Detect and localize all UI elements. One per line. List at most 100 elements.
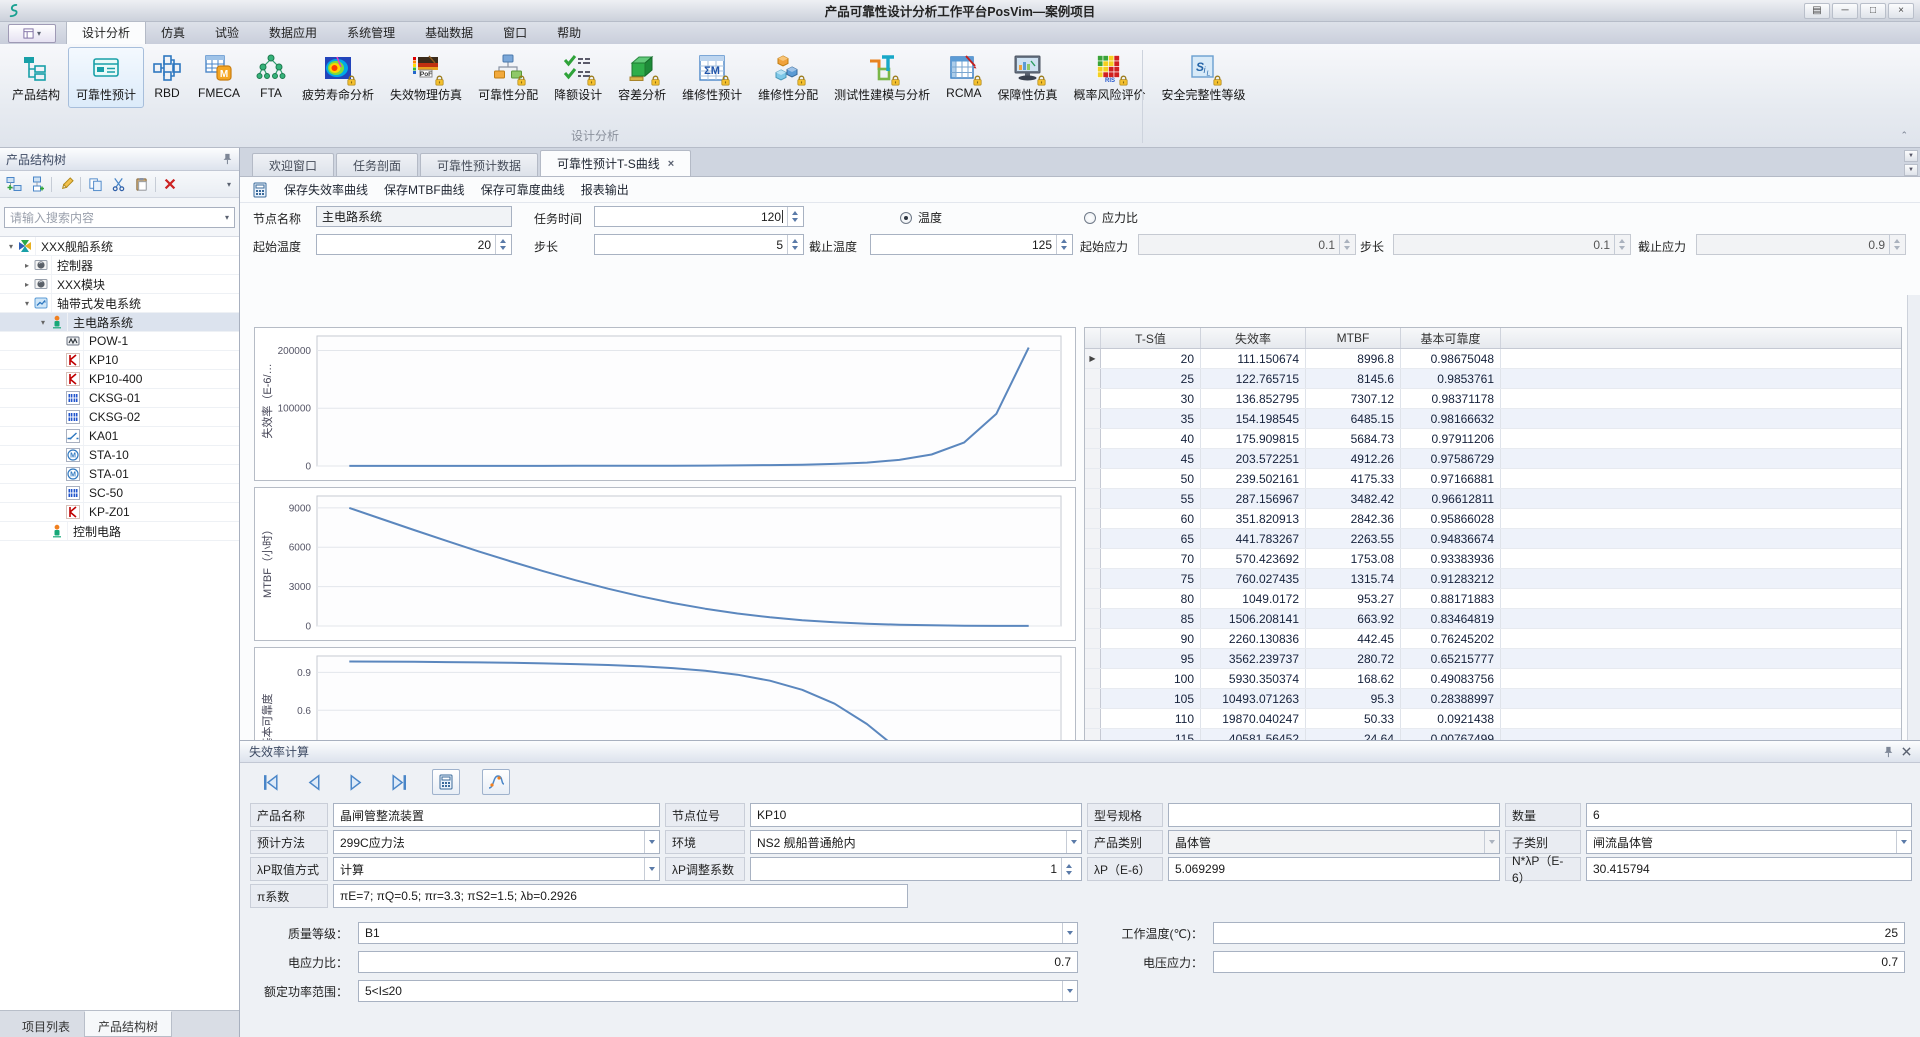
stress-step-field[interactable]: 0.1 [1393, 234, 1631, 255]
table-row[interactable]: ▶20111.1506748996.80.98675048 [1085, 349, 1901, 369]
ribbon-button-fta[interactable]: FTA [248, 47, 294, 105]
menu-item-data-application[interactable]: 数据应用 [254, 20, 332, 44]
calculator-icon[interactable] [252, 182, 268, 198]
end-temp-spinner[interactable] [1056, 235, 1070, 254]
chevron-down-icon[interactable] [1062, 923, 1077, 943]
pin-icon[interactable] [1882, 746, 1894, 758]
tree-item-shaft-generator-system[interactable]: ▾轴带式发电系统 [0, 294, 239, 313]
ribbon-button-rcma[interactable]: RCMA [938, 47, 989, 105]
menu-item-design-analysis[interactable]: 设计分析 [66, 19, 146, 44]
table-row[interactable]: 11540581.5645224.640.00767499 [1085, 729, 1901, 740]
tree-item-control-circuit[interactable]: 控制电路 [0, 522, 239, 541]
calculate-button[interactable] [432, 769, 460, 795]
temp-step-field[interactable]: 5 [594, 234, 804, 255]
chevron-down-icon[interactable] [1066, 831, 1081, 853]
model-spec-field[interactable] [1168, 803, 1500, 827]
quantity-field[interactable]: 6 [1586, 803, 1912, 827]
environment-field[interactable]: NS2 舰船普通舱内 [750, 830, 1082, 854]
sidebar-tab-product-structure-tree[interactable]: 产品结构树 [84, 1011, 172, 1037]
doc-tab-ts-curve[interactable]: 可靠性预计T-S曲线× [540, 150, 691, 176]
chevron-down-icon[interactable] [644, 831, 659, 853]
record-previous-button[interactable] [303, 772, 324, 793]
search-dropdown-icon[interactable]: ▾ [225, 213, 229, 222]
ribbon-button-maintainability-prediction[interactable]: ΣM维修性预计 [674, 47, 750, 108]
table-row[interactable]: 60351.8209132842.360.95866028 [1085, 509, 1901, 529]
save-failure-rate-curve-button[interactable]: 保存失效率曲线 [284, 181, 368, 198]
doc-tab-welcome[interactable]: 欢迎窗口 [252, 153, 334, 176]
record-first-button[interactable] [260, 772, 281, 793]
ribbon-button-risk-assessment[interactable]: RIS概率风险评价 [1066, 47, 1154, 108]
tree-item-sc-50[interactable]: SC-50 [0, 484, 239, 503]
column-header[interactable]: MTBF [1306, 328, 1401, 348]
temp-step-spinner[interactable] [787, 235, 801, 254]
menu-item-simulation[interactable]: 仿真 [146, 20, 200, 44]
mission-time-spinner[interactable] [787, 207, 801, 226]
tree-item-sta-10[interactable]: MSTA-10 [0, 446, 239, 465]
electrical-stress-ratio-field[interactable]: 0.7 [358, 951, 1078, 973]
report-output-button[interactable]: 报表输出 [581, 181, 629, 198]
add-child-node-icon[interactable] [28, 175, 46, 193]
table-row[interactable]: 1005930.350374168.620.49083756 [1085, 669, 1901, 689]
temperature-radio[interactable]: 温度 [900, 209, 942, 226]
tree-item-kp10-400[interactable]: KP10-400 [0, 370, 239, 389]
end-temp-field[interactable]: 125 [870, 234, 1073, 255]
tree-item-kp-z01[interactable]: KP-Z01 [0, 503, 239, 522]
tree-expander-icon[interactable]: ▾ [4, 242, 18, 251]
table-row[interactable]: 70570.4236921753.080.93383936 [1085, 549, 1901, 569]
record-next-button[interactable] [346, 772, 367, 793]
rated-power-range-field[interactable]: 5<I≤20 [358, 980, 1078, 1002]
column-header[interactable]: T-S值 [1101, 328, 1201, 348]
tab-scroll-down-icon[interactable]: ▼ [1904, 164, 1918, 176]
lambda-p-factor-spinner[interactable] [1061, 858, 1075, 880]
toolbar-overflow-icon[interactable]: ▾ [227, 180, 234, 189]
tree-expander-icon[interactable]: ▸ [20, 261, 34, 270]
menu-item-basic-data[interactable]: 基础数据 [410, 20, 488, 44]
tree-expander-icon[interactable]: ▾ [36, 318, 50, 327]
ribbon-button-product-structure[interactable]: 产品结构 [4, 47, 68, 108]
chevron-down-icon[interactable] [644, 858, 659, 880]
lambda-p-mode-field[interactable]: 计算 [333, 857, 660, 881]
tree-expander-icon[interactable]: ▸ [20, 280, 34, 289]
ribbon-button-supportability-simulation[interactable]: 保障性仿真 [990, 47, 1066, 108]
sidebar-tab-project-list[interactable]: 项目列表 [8, 1011, 84, 1037]
working-temperature-field[interactable]: 25 [1213, 922, 1905, 944]
tab-list-icon[interactable]: ▼ [1904, 150, 1918, 162]
node-position-field[interactable]: KP10 [750, 803, 1082, 827]
table-row[interactable]: 902260.130836442.450.76245202 [1085, 629, 1901, 649]
ribbon-button-reliability-allocation[interactable]: 可靠性分配 [470, 47, 546, 108]
window-maximize-button[interactable]: □ [1860, 3, 1886, 19]
window-close-button[interactable]: × [1888, 3, 1914, 19]
ribbon-button-testability-modeling[interactable]: 测试性建模与分析 [826, 47, 938, 108]
ribbon-collapse-icon[interactable]: ⌃ [1900, 130, 1908, 141]
tree-expander-icon[interactable]: ▾ [20, 299, 34, 308]
window-minimize-button[interactable]: ─ [1832, 3, 1858, 19]
add-sibling-node-icon[interactable] [5, 175, 23, 193]
application-menu-button[interactable]: ▾ [8, 24, 56, 43]
table-row[interactable]: 851506.208141663.920.83464819 [1085, 609, 1901, 629]
ribbon-button-reliability-prediction[interactable]: 可靠性预计 [68, 47, 144, 108]
product-category-field[interactable]: 晶体管 [1168, 830, 1500, 854]
tree-item-sta-01[interactable]: MSTA-01 [0, 465, 239, 484]
delete-icon[interactable] [161, 175, 179, 193]
column-header[interactable]: 基本可靠度 [1401, 328, 1501, 348]
table-row[interactable]: 11019870.04024750.330.0921438 [1085, 709, 1901, 729]
end-stress-field[interactable]: 0.9 [1696, 234, 1906, 255]
table-row[interactable]: 801049.0172953.270.88171883 [1085, 589, 1901, 609]
chevron-down-icon[interactable] [1484, 831, 1499, 853]
tree-item-controller[interactable]: ▸控制器 [0, 256, 239, 275]
lambda-p-field[interactable]: 5.069299 [1168, 857, 1500, 881]
tree-item-xxx-module[interactable]: ▸XXX模块 [0, 275, 239, 294]
table-row[interactable]: 50239.5021614175.330.97166881 [1085, 469, 1901, 489]
cut-icon[interactable] [109, 175, 127, 193]
start-temp-spinner[interactable] [495, 235, 509, 254]
table-row[interactable]: 10510493.07126395.30.28388997 [1085, 689, 1901, 709]
menu-item-help[interactable]: 帮助 [542, 20, 596, 44]
tree-item-ship-system[interactable]: ▾XXX舰船系统 [0, 237, 239, 256]
pi-coefficients-field[interactable]: πE=7; πQ=0.5; πr=3.3; πS2=1.5; λb=0.2926 [333, 884, 908, 908]
ribbon-button-sil[interactable]: SiL安全完整性等级 [1154, 47, 1254, 108]
table-row[interactable]: 30136.8527957307.120.98371178 [1085, 389, 1901, 409]
ribbon-button-derating-design[interactable]: 降额设计 [546, 47, 610, 108]
doc-tab-prediction-data[interactable]: 可靠性预计数据 [420, 153, 538, 176]
menu-item-window[interactable]: 窗口 [488, 20, 542, 44]
product-name-field[interactable]: 晶闸管整流装置 [333, 803, 660, 827]
